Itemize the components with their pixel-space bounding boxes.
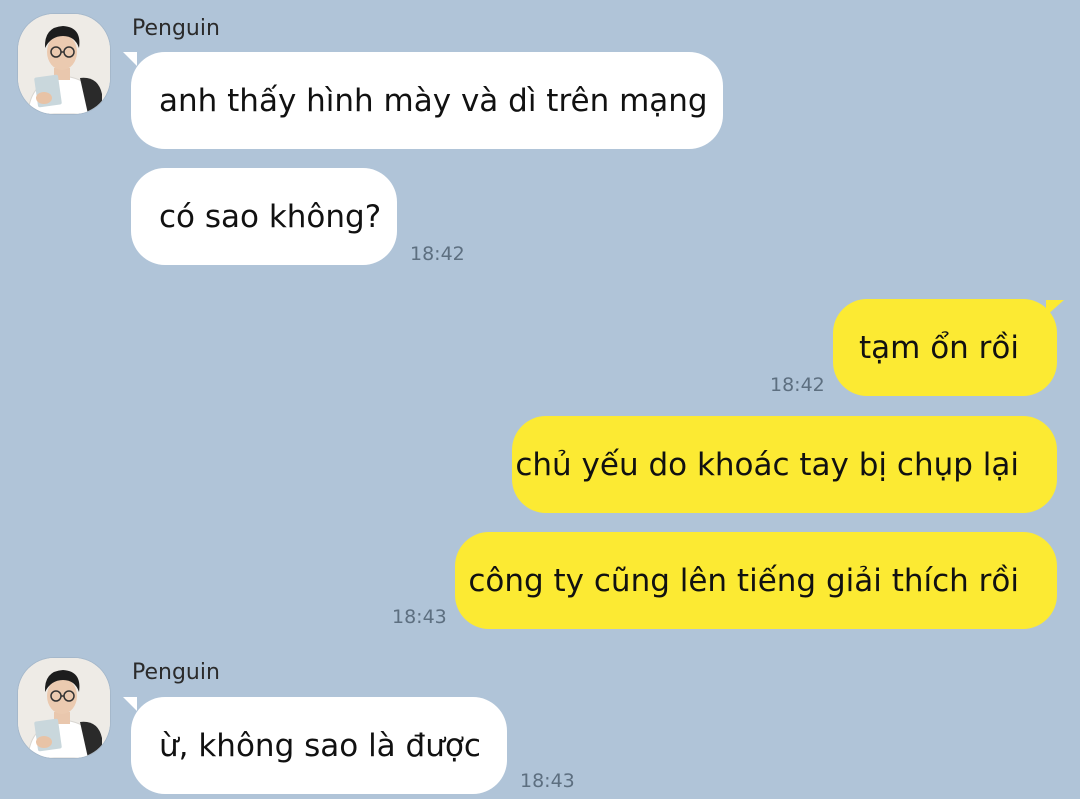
message-timestamp: 18:43 xyxy=(392,606,447,628)
avatar-photo-icon xyxy=(18,658,110,758)
message-bubble-outgoing[interactable]: tạm ổn rồi xyxy=(833,299,1057,396)
message-text: ừ, không sao là được xyxy=(159,727,481,764)
message-text: chủ yếu do khoác tay bị chụp lại xyxy=(515,446,1019,483)
sender-name: Penguin xyxy=(132,660,220,685)
message-bubble-outgoing[interactable]: công ty cũng lên tiếng giải thích rồi xyxy=(455,532,1057,629)
message-timestamp: 18:42 xyxy=(770,374,825,396)
bubble-tail xyxy=(123,697,137,711)
message-text: anh thấy hình mày và dì trên mạng xyxy=(159,82,708,119)
message-timestamp: 18:43 xyxy=(520,770,575,792)
message-bubble-incoming[interactable]: ừ, không sao là được xyxy=(131,697,507,794)
message-text: tạm ổn rồi xyxy=(859,329,1019,366)
message-bubble-incoming[interactable]: có sao không? xyxy=(131,168,397,265)
message-bubble-outgoing[interactable]: chủ yếu do khoác tay bị chụp lại xyxy=(512,416,1057,513)
bubble-tail xyxy=(123,52,137,66)
message-timestamp: 18:42 xyxy=(410,243,465,265)
avatar[interactable] xyxy=(18,658,110,758)
avatar-photo-icon xyxy=(18,14,110,114)
message-bubble-incoming[interactable]: anh thấy hình mày và dì trên mạng xyxy=(131,52,723,149)
avatar[interactable] xyxy=(18,14,110,114)
message-text: công ty cũng lên tiếng giải thích rồi xyxy=(468,562,1019,599)
message-text: có sao không? xyxy=(159,198,382,235)
sender-name: Penguin xyxy=(132,16,220,41)
